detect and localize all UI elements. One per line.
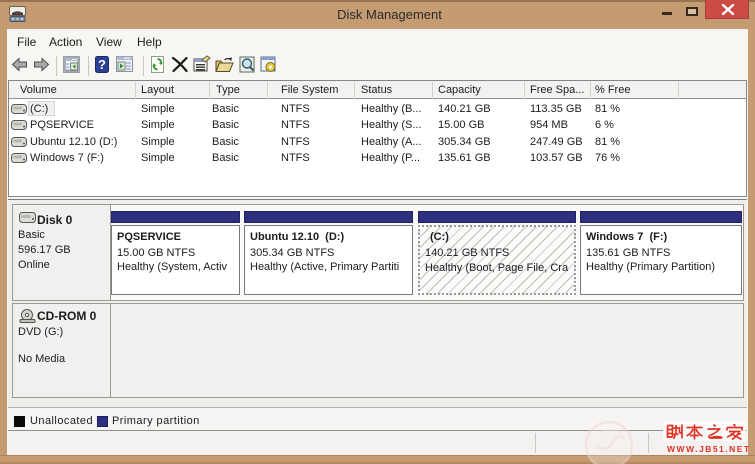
svg-text:?: ?	[98, 57, 106, 72]
